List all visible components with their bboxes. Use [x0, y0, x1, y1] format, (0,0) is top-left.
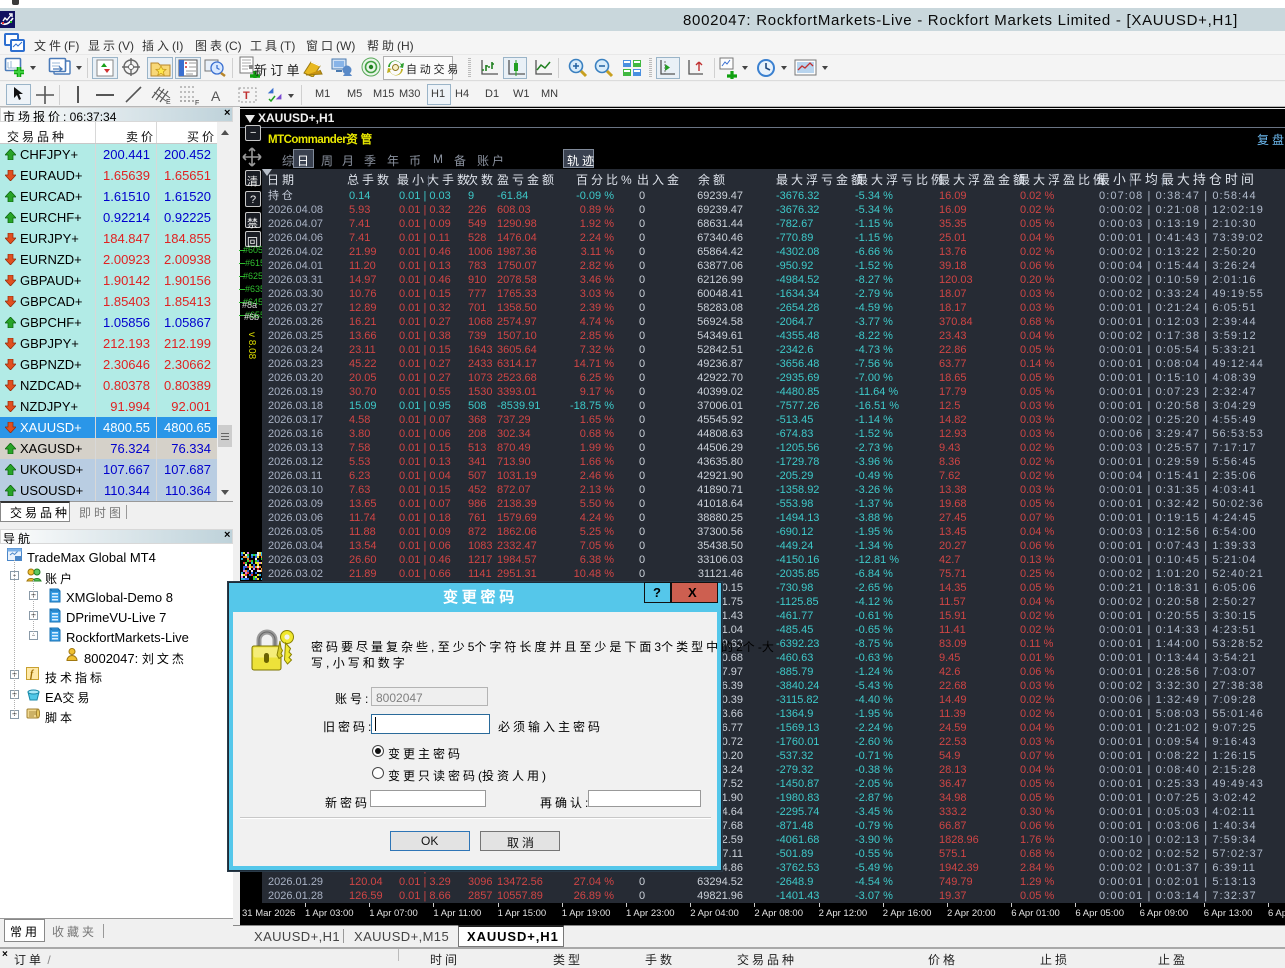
svg-text:E: E: [166, 99, 171, 106]
svg-text:T: T: [243, 90, 250, 102]
svg-text:F: F: [195, 100, 199, 106]
